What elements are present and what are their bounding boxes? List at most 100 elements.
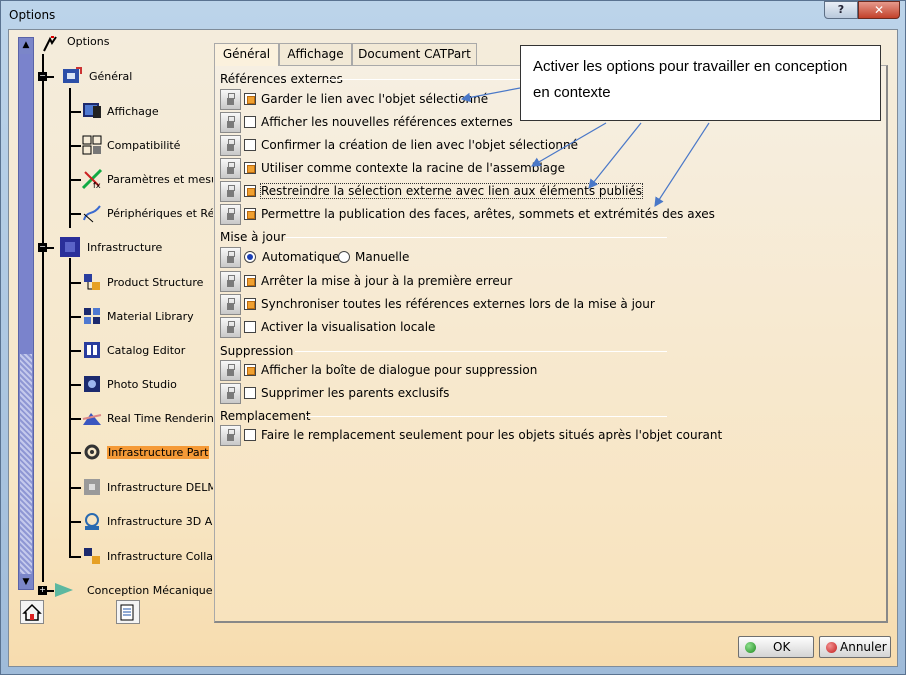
tree-item-label: Compatibilité (107, 139, 181, 152)
window-title: Options (9, 8, 56, 22)
checkbox-local-visualization[interactable] (244, 321, 256, 333)
tree-connector (69, 213, 81, 215)
checkbox-delete-parents[interactable] (244, 387, 256, 399)
display-icon (83, 103, 101, 118)
ok-button[interactable]: OK (738, 636, 814, 658)
option-label: Faire le remplacement seulement pour les… (261, 428, 723, 442)
cancel-button[interactable]: Annuler (819, 636, 891, 658)
option-label: Utiliser comme contexte la racine de l'a… (261, 161, 566, 175)
tree-connector (69, 418, 81, 420)
lock-icon[interactable] (220, 425, 241, 446)
title-bar[interactable]: Options ? ✕ (1, 1, 905, 29)
checkbox-stop-on-error[interactable] (244, 275, 256, 287)
group-title-replace: Remplacement (220, 409, 311, 423)
checkbox-replace-after-current[interactable] (244, 429, 256, 441)
collapse-general-icon[interactable]: − (38, 72, 47, 81)
group-divider (295, 351, 667, 352)
tree-item-label: Infrastructure DELMIA (107, 481, 213, 494)
group-title-external: Références externes (220, 72, 343, 86)
radio-label-manual: Manuelle (355, 250, 410, 264)
tree-item-label: Real Time Rendering (107, 412, 213, 425)
tree-connector (69, 316, 81, 318)
checkbox-root-context[interactable] (244, 162, 256, 174)
mechanical-design-icon (55, 583, 73, 597)
tree-connector (69, 282, 81, 284)
product-structure-icon (84, 274, 100, 290)
tree-connector (69, 145, 81, 147)
tree-item-label: Product Structure (107, 276, 204, 289)
tree-scrollbar[interactable]: ▲ ▼ (18, 37, 34, 590)
expand-conception-icon[interactable]: + (38, 586, 47, 595)
tree-item-label: Photo Studio (107, 378, 177, 391)
tree-item-label: Affichage (107, 105, 159, 118)
lock-icon[interactable] (220, 383, 241, 404)
tree-item-label: Paramètres et mesure (107, 173, 213, 186)
radio-automatic[interactable] (244, 251, 256, 263)
tree-connector (69, 111, 81, 113)
options-root-icon (43, 36, 57, 52)
tree-item-label: Infrastructure (87, 241, 163, 254)
lock-icon[interactable] (220, 360, 241, 381)
tree-connector (69, 179, 81, 181)
collapse-infrastructure-icon[interactable]: − (38, 243, 47, 252)
lock-icon[interactable] (220, 158, 241, 179)
scroll-up-arrow-icon[interactable]: ▲ (20, 38, 32, 52)
compatibility-icon (82, 135, 102, 155)
lock-icon[interactable] (220, 89, 241, 110)
real-time-rendering-icon (82, 413, 102, 425)
tree-item-label: Infrastructure 3D Ann (107, 515, 213, 528)
tree-item-label: Conception Mécanique (87, 584, 213, 597)
ok-label: OK (773, 640, 791, 654)
tab-display[interactable]: Affichage (279, 43, 352, 65)
checkbox-keep-link[interactable] (244, 93, 256, 105)
checkbox-show-new-refs[interactable] (244, 116, 256, 128)
option-label: Restreindre la sélection externe avec li… (259, 183, 644, 199)
checkbox-allow-publication[interactable] (244, 208, 256, 220)
parameters-icon: fx (81, 168, 103, 190)
dialog-client-area: ▲ ▼ − − + Options Général Affichage Comp… (8, 29, 898, 667)
radio-manual[interactable] (338, 251, 350, 263)
lock-icon[interactable] (220, 294, 241, 315)
tree-item-label: Général (89, 70, 133, 83)
scrollbar-thumb[interactable] (20, 54, 32, 354)
tree-item-label: Périphériques et Réali (107, 207, 213, 220)
lock-icon[interactable] (220, 181, 241, 202)
lock-icon[interactable] (220, 317, 241, 338)
tree-connector (69, 384, 81, 386)
infrastructure-icon (60, 237, 80, 257)
options-tree: − − + Options Général Affichage Compatib… (35, 30, 213, 630)
restore-settings-icon[interactable] (116, 600, 140, 624)
tab-general[interactable]: Général (214, 43, 279, 66)
lock-icon[interactable] (220, 271, 241, 292)
checkbox-confirm-link[interactable] (244, 139, 256, 151)
lock-icon[interactable] (220, 135, 241, 156)
tab-document-catpart[interactable]: Document CATPart (352, 43, 477, 65)
option-label: Synchroniser toutes les références exter… (261, 297, 655, 311)
option-label: Afficher les nouvelles références extern… (261, 115, 513, 129)
group-divider (305, 416, 667, 417)
close-button[interactable]: ✕ (858, 1, 900, 19)
svg-text:fx: fx (93, 181, 101, 190)
option-label: Garder le lien avec l'objet sélectionné (261, 92, 489, 106)
checkbox-sync-refs[interactable] (244, 298, 256, 310)
lock-icon[interactable] (220, 247, 241, 268)
annotation-callout: Activer les options pour travailler en c… (520, 45, 881, 121)
help-button[interactable]: ? (824, 1, 858, 19)
checkbox-restrict-selection[interactable] (244, 185, 256, 197)
tree-connector (69, 88, 71, 228)
home-icon[interactable] (20, 600, 44, 624)
tree-item-label: Infrastructure Collabo (107, 550, 213, 563)
annotation-3d-icon (85, 513, 99, 530)
gear-icon (84, 444, 100, 460)
checkbox-delete-dialog[interactable] (244, 364, 256, 376)
material-library-icon (84, 308, 100, 324)
option-label: Permettre la publication des faces, arêt… (261, 207, 715, 221)
photo-studio-icon (84, 376, 100, 392)
group-divider (285, 237, 667, 238)
scroll-down-arrow-icon[interactable]: ▼ (20, 575, 32, 589)
tree-connector (69, 556, 81, 558)
lock-icon[interactable] (220, 112, 241, 133)
lock-icon[interactable] (220, 204, 241, 225)
tree-item-label: Options (67, 35, 110, 48)
cancel-label: Annuler (840, 640, 887, 654)
